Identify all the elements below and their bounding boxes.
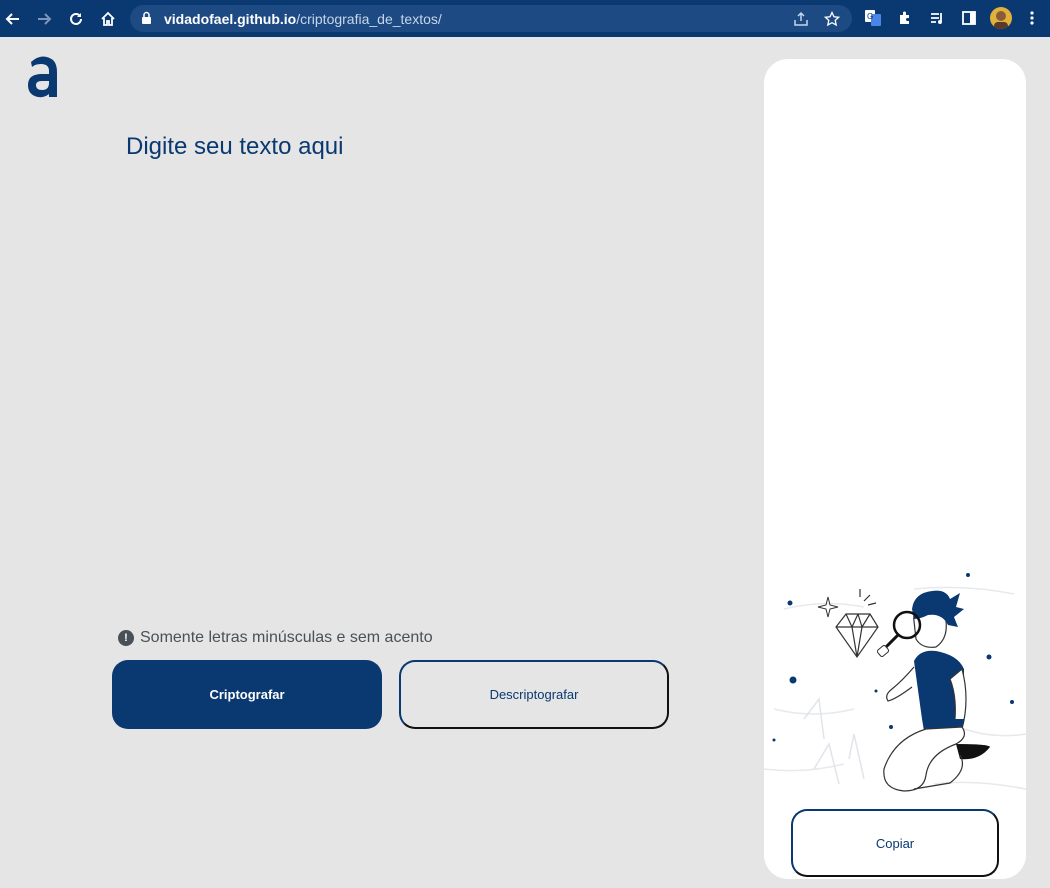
- bookmark-button[interactable]: [822, 9, 842, 29]
- url-path: /criptografia_de_textos/: [296, 11, 442, 27]
- svg-text:G: G: [867, 12, 873, 21]
- star-icon: [824, 11, 840, 27]
- output-panel: Copiar: [764, 59, 1026, 879]
- logo-icon: [28, 56, 57, 98]
- illustration-image: [764, 573, 1026, 792]
- reload-button[interactable]: [63, 6, 89, 32]
- side-panel-button[interactable]: [958, 7, 980, 29]
- encrypt-button[interactable]: Criptografar: [112, 660, 382, 729]
- url-host: vidadofael.github.io: [164, 11, 297, 27]
- input-hint: ! Somente letras minúsculas e sem acento: [118, 629, 433, 647]
- exclamation-icon: !: [118, 630, 134, 646]
- back-icon: [5, 13, 19, 25]
- forward-icon: [38, 13, 52, 25]
- share-button[interactable]: [791, 9, 811, 29]
- url-text: vidadofael.github.io/criptografia_de_tex…: [164, 11, 442, 27]
- extensions-button[interactable]: [894, 7, 916, 29]
- forward-button[interactable]: [31, 6, 57, 32]
- copy-button[interactable]: Copiar: [791, 809, 999, 877]
- back-button[interactable]: [0, 6, 26, 32]
- browser-toolbar: vidadofael.github.io/criptografia_de_tex…: [0, 0, 1050, 37]
- translate-icon: G: [865, 10, 881, 26]
- logo: [26, 52, 58, 103]
- share-icon: [794, 11, 808, 26]
- address-bar[interactable]: vidadofael.github.io/criptografia_de_tex…: [130, 5, 852, 32]
- hint-text: Somente letras minúsculas e sem acento: [140, 629, 433, 646]
- menu-icon: [1030, 11, 1034, 25]
- puzzle-icon: [900, 11, 909, 24]
- reload-icon: [70, 12, 82, 25]
- browser-menu-button[interactable]: [1021, 7, 1043, 29]
- text-input[interactable]: [126, 133, 706, 583]
- media-button[interactable]: [926, 7, 948, 29]
- sidepanel-icon: [962, 11, 976, 25]
- home-icon: [101, 11, 115, 26]
- media-icon: [931, 13, 942, 24]
- decrypt-button[interactable]: Descriptografar: [399, 660, 669, 729]
- lock-icon: [142, 11, 151, 24]
- home-button[interactable]: [95, 6, 121, 32]
- translate-extension[interactable]: G: [862, 7, 884, 29]
- profile-avatar[interactable]: [990, 7, 1012, 29]
